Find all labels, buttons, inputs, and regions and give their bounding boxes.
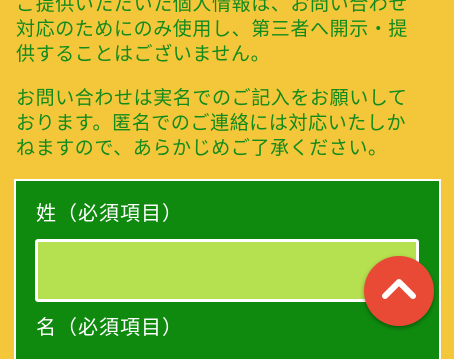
notice-line: お問い合わせは実名でのご記入をお願いして <box>16 87 408 109</box>
notice-line: 供することはございません。 <box>16 43 271 65</box>
privacy-paragraph: ご提供いただいた個人情報は、お問い合わせ 対応のためにのみ使用し、第三者へ開示・… <box>16 0 441 67</box>
notice-line: ご提供いただいた個人情報は、お問い合わせ <box>16 0 409 15</box>
last-name-label: 姓（必須項目） <box>36 201 183 225</box>
notice-line: 対応のためにのみ使用し、第三者へ開示・提 <box>16 18 409 40</box>
real-name-paragraph: お問い合わせは実名でのご記入をお願いして おります。匿名でのご連絡には対応いたし… <box>16 86 441 161</box>
first-name-label: 名（必須項目） <box>36 315 183 339</box>
privacy-notice: ご提供いただいた個人情報は、お問い合わせ 対応のためにのみ使用し、第三者へ開示・… <box>16 0 441 180</box>
scroll-to-top-button[interactable] <box>364 256 434 326</box>
chevron-up-icon <box>382 279 416 299</box>
notice-line: ねますので、あらかじめご了承ください。 <box>16 137 388 159</box>
notice-line: おります。匿名でのご連絡には対応いたしか <box>16 112 407 134</box>
last-name-input[interactable] <box>35 239 419 302</box>
